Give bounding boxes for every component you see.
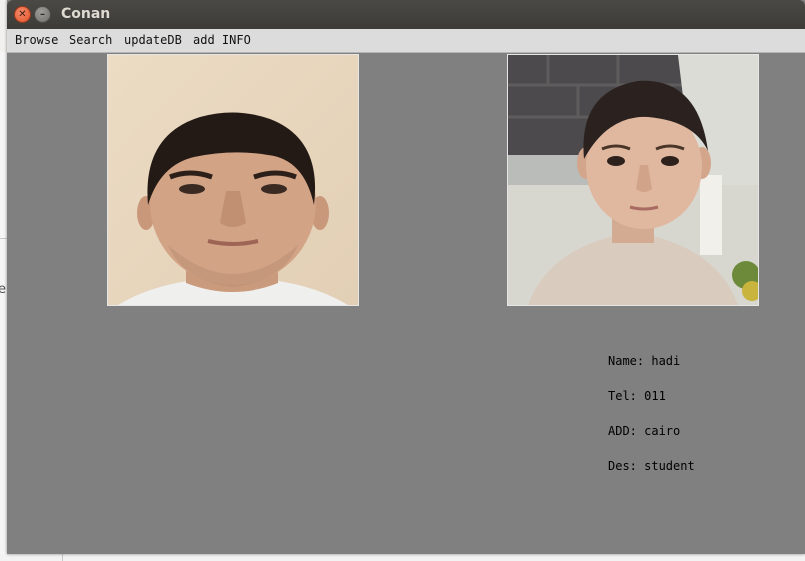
title-bar[interactable]: ✕ – Conan <box>7 0 805 29</box>
background-bottom-divider <box>62 554 63 561</box>
query-photo <box>107 54 359 306</box>
background-text-fragment: e <box>0 282 6 297</box>
info-tel: Tel: 011 <box>608 389 666 403</box>
info-address: ADD: cairo <box>608 424 681 438</box>
menu-browse[interactable]: Browse <box>15 33 58 47</box>
window-title: Conan <box>61 6 111 22</box>
menu-search[interactable]: Search <box>69 33 112 47</box>
close-button[interactable]: ✕ <box>14 6 31 23</box>
match-photo <box>507 54 759 306</box>
close-icon: ✕ <box>18 8 27 20</box>
minimize-button[interactable]: – <box>34 6 51 23</box>
menu-updatedb[interactable]: updateDB <box>124 33 182 47</box>
app-window: ✕ – Conan Browse Search updateDB add INF… <box>7 0 805 554</box>
info-name: Name: hadi <box>608 354 681 368</box>
background-bottom-area <box>0 554 805 561</box>
minimize-icon: – <box>40 8 45 20</box>
menu-bar: Browse Search updateDB add INFO <box>7 29 805 53</box>
menu-add-info[interactable]: add INFO <box>193 33 251 47</box>
info-description: Des: student <box>608 459 695 473</box>
